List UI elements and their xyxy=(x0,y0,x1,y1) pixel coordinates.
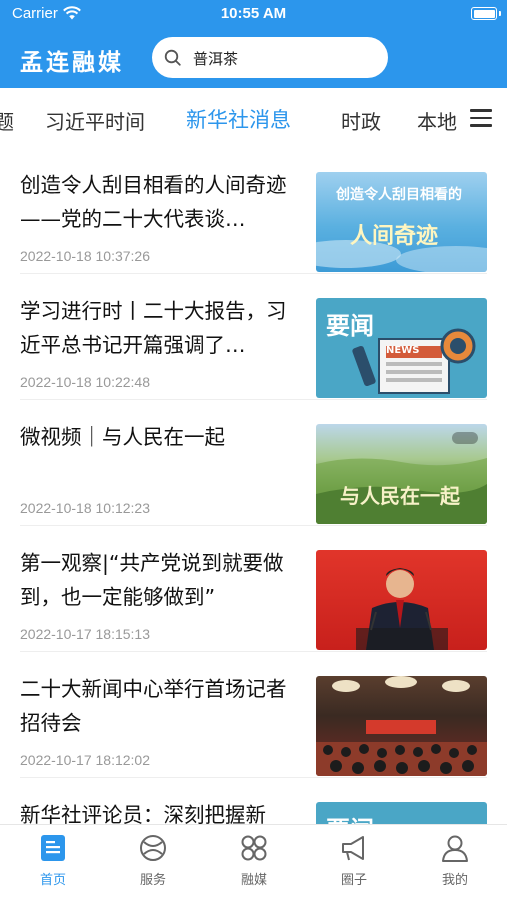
nav-media[interactable]: 融媒 xyxy=(214,833,294,888)
news-item[interactable]: 二十大新闻中心举行首场记者招待会 2022-10-17 18:12:02 xyxy=(20,652,487,778)
nav-home[interactable]: 首页 xyxy=(13,833,93,888)
thumb-caption: 创造令人刮目相看的 xyxy=(336,187,462,203)
news-item[interactable]: 微视频｜与人民在一起 2022-10-18 10:12:23 与人民在一起 xyxy=(20,400,487,526)
news-item[interactable]: 第一观察|“共产党说到就要做到，也一定能够做到” 2022-10-17 18:1… xyxy=(20,526,487,652)
news-thumbnail xyxy=(316,550,487,650)
magnifier-graphic xyxy=(352,328,476,387)
news-thumbnail: 与人民在一起 xyxy=(316,424,487,524)
nav-label: 首页 xyxy=(39,873,66,888)
bottom-nav: 首页 服务 融媒 圈子 我的 xyxy=(0,824,507,900)
nav-profile[interactable]: 我的 xyxy=(415,833,495,888)
tab-xinhua[interactable]: 新华社消息 xyxy=(186,104,291,134)
news-title: 第一观察|“共产党说到就要做到，也一定能够做到” xyxy=(20,551,284,609)
nav-services[interactable]: 服务 xyxy=(113,833,193,888)
status-time: 10:55 AM xyxy=(220,5,287,22)
news-thumbnail: 要闻 NEWS xyxy=(316,298,487,398)
status-bar: Carrier 10:55 AM xyxy=(0,0,507,28)
thumb-caption: 人间奇迹 xyxy=(350,224,439,249)
nav-label: 融媒 xyxy=(240,873,267,888)
category-tabs: 题 习近平时间 新华社消息 时政 本地 xyxy=(0,88,507,148)
thumb-caption: 要闻 xyxy=(326,810,374,824)
nav-label: 我的 xyxy=(441,873,468,888)
nav-circle[interactable]: 圈子 xyxy=(314,833,394,888)
app-header: Carrier 10:55 AM 孟连融媒 普洱茶 xyxy=(0,0,507,88)
news-time: 2022-10-18 10:22:48 xyxy=(20,374,150,390)
services-icon xyxy=(140,835,166,861)
search-icon xyxy=(164,49,181,66)
tab-local[interactable]: 本地 xyxy=(417,106,457,135)
megaphone-icon xyxy=(342,836,364,861)
menu-icon[interactable] xyxy=(470,109,492,127)
news-title: 创造令人刮目相看的人间奇迹——党的二十大代表谈… xyxy=(20,173,287,231)
news-list: 创造令人刮目相看的人间奇迹——党的二十大代表谈… 2022-10-18 10:3… xyxy=(0,148,507,824)
nav-label: 服务 xyxy=(139,873,166,888)
tab-xi-time[interactable]: 习近平时间 xyxy=(45,106,145,135)
tab-special[interactable]: 题 xyxy=(0,106,14,135)
search-value: 普洱茶 xyxy=(193,50,239,68)
tab-politics[interactable]: 时政 xyxy=(341,106,381,135)
user-icon xyxy=(442,835,468,862)
news-title: 学习进行时丨二十大报告，习近平总书记开篇强调了… xyxy=(20,299,287,357)
news-time: 2022-10-17 18:12:02 xyxy=(20,752,150,768)
news-item[interactable]: 学习进行时丨二十大报告，习近平总书记开篇强调了… 2022-10-18 10:2… xyxy=(20,274,487,400)
news-time: 2022-10-18 10:37:26 xyxy=(20,248,150,264)
press-hall-graphic xyxy=(316,676,487,776)
thumb-caption: 与人民在一起 xyxy=(340,484,460,508)
app-logo: 孟连融媒 xyxy=(20,50,124,76)
search-input[interactable]: 普洱茶 xyxy=(152,37,388,78)
landscape-graphic xyxy=(316,432,487,524)
app-screen: Carrier 10:55 AM 孟连融媒 普洱茶 题 习近平时间 新华社消息 … xyxy=(0,0,507,900)
media-grid-icon xyxy=(241,835,267,861)
nav-label: 圈子 xyxy=(340,873,367,888)
news-title: 新华社评论员：深刻把握新 xyxy=(20,803,266,824)
news-time: 2022-10-18 10:12:23 xyxy=(20,500,150,516)
speaker-photo-graphic xyxy=(356,568,448,650)
home-icon xyxy=(41,835,65,861)
battery-tip xyxy=(499,11,501,16)
news-thumbnail xyxy=(316,676,487,776)
news-title: 二十大新闻中心举行首场记者招待会 xyxy=(20,677,287,735)
battery-icon xyxy=(471,7,497,20)
news-thumbnail: 创造令人刮目相看的 人间奇迹 xyxy=(316,172,487,272)
news-item[interactable]: 创造令人刮目相看的人间奇迹——党的二十大代表谈… 2022-10-18 10:3… xyxy=(20,148,487,274)
news-title: 微视频｜与人民在一起 xyxy=(20,425,225,449)
news-time: 2022-10-17 18:15:13 xyxy=(20,626,150,642)
news-item[interactable]: 新华社评论员：深刻把握新 要闻 xyxy=(20,778,487,824)
news-thumbnail: 要闻 xyxy=(316,802,487,824)
